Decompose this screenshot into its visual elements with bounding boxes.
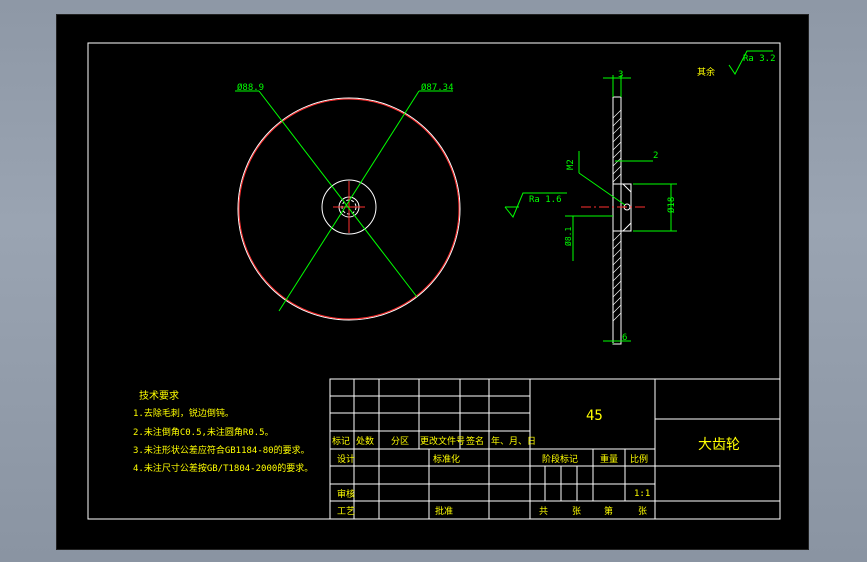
tech-req-line-2: 2.未注倒角C0.5,未注圆角R0.5。	[133, 426, 274, 438]
drawing-canvas[interactable]: Ø88.9 Ø87.34 3 2 M2 Ø18 Ø8.1 6 其余 Ra 3.2…	[56, 14, 809, 550]
tb-header-sign: 签名	[466, 435, 484, 447]
tb-material: 45	[586, 408, 603, 424]
dim-leader-outer	[258, 90, 418, 298]
tb-header-date: 年、月、日	[491, 435, 536, 447]
dim-hole: Ø8.1	[563, 227, 573, 246]
dim-bore: Ø18	[666, 197, 677, 213]
hub-chamfer-top	[622, 183, 632, 193]
roughness-general: 其余 Ra 3.2	[697, 50, 776, 78]
dim-width-bottom: 6	[622, 333, 627, 343]
tb-part-name: 大齿轮	[698, 437, 740, 453]
tb-sheet-no: 第	[604, 505, 613, 517]
dim-pitch-diameter: Ø87.34	[421, 82, 454, 93]
tb-header-zone: 分区	[391, 436, 409, 447]
section-hatch	[612, 109, 622, 322]
tb-header-mark: 标记	[332, 435, 350, 447]
tech-req-line-4: 4.未注尺寸公差按GB/T1804-2000的要求。	[133, 462, 313, 474]
dim-outer-diameter: Ø88.9	[237, 82, 264, 93]
tb-header-count: 处数	[356, 435, 374, 447]
tb-header-doc: 更改文件号	[420, 435, 465, 447]
tech-req-title: 技术要求	[139, 389, 179, 402]
dim-leader-pitch	[278, 90, 420, 312]
tb-sheet-unit-2: 张	[638, 506, 647, 517]
roughness-bore: Ra 1.6	[504, 192, 567, 218]
tech-req-line-3: 3.未注形状公差应符合GB1184-80的要求。	[133, 444, 310, 456]
tech-req-line-1: 1.去除毛刺，锐边倒钝。	[133, 407, 234, 419]
tb-total: 共	[539, 506, 548, 517]
tb-design: 设计	[337, 453, 355, 465]
roughness-bore-value: Ra 1.6	[529, 195, 562, 205]
section-view: 3 2 M2 Ø18 Ø8.1 6	[563, 70, 677, 345]
tb-weight: 重量	[600, 453, 618, 465]
tb-stage-mark: 阶段标记	[542, 453, 578, 465]
tb-scale-label: 比例	[630, 453, 648, 465]
tb-scale: 1:1	[634, 489, 650, 499]
hub-chamfer-bottom	[622, 222, 632, 232]
tb-review: 审核	[337, 488, 355, 500]
front-view: Ø88.9 Ø87.34	[235, 82, 461, 321]
tb-approve: 批准	[435, 505, 453, 517]
roughness-general-value: Ra 3.2	[743, 54, 776, 64]
dim-thread-leader	[578, 172, 626, 206]
roughness-general-prefix: 其余	[697, 66, 715, 78]
dim-step: 2	[653, 151, 658, 161]
tb-process: 工艺	[337, 506, 355, 517]
tb-standardize: 标准化	[433, 453, 460, 465]
web-outline	[612, 96, 622, 345]
dim-thk-top: 3	[618, 70, 623, 80]
tech-requirements: 技术要求 1.去除毛刺，锐边倒钝。 2.未注倒角C0.5,未注圆角R0.5。 3…	[133, 389, 313, 474]
dim-thread: M2	[566, 159, 576, 170]
tb-sheet-unit: 张	[572, 506, 581, 517]
